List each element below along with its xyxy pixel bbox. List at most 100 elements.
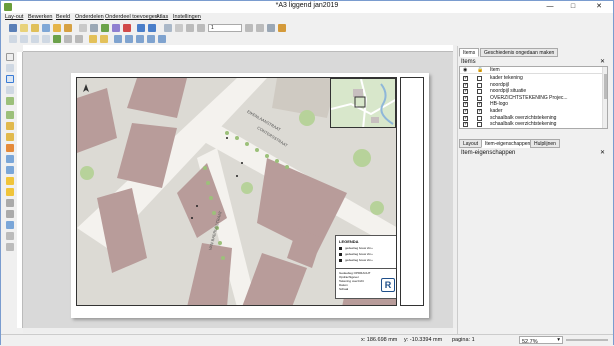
group-items-icon[interactable] — [89, 35, 97, 43]
items-list-scrollbar[interactable] — [602, 67, 607, 128]
resize-icon[interactable] — [158, 35, 166, 43]
last-feature-icon[interactable] — [256, 24, 264, 32]
canvas-horizontal-scrollbar[interactable] — [23, 328, 453, 333]
add-label-icon[interactable] — [6, 144, 14, 152]
tab-guides[interactable]: Hulplijnen — [530, 139, 560, 148]
pan-icon[interactable] — [6, 53, 14, 61]
lock-checkbox[interactable] — [477, 115, 482, 121]
raise-item-icon[interactable] — [114, 35, 122, 43]
legend-title: LEGENDA — [339, 239, 359, 244]
add-polyline-icon[interactable] — [6, 221, 14, 229]
add-shape-icon[interactable] — [6, 188, 14, 196]
duplicate-layout-icon[interactable] — [31, 24, 39, 32]
list-item[interactable]: ✓ schaalbalk overzichtstekening — [460, 121, 603, 128]
menu-settings[interactable]: Instellingen — [173, 14, 201, 20]
layout-canvas[interactable]: EIKENLAANSTRAAT CONTERSSTRAAT VAN BAERLE… — [23, 52, 453, 328]
menu-add-item[interactable]: Onderdeel toevoegen — [105, 14, 158, 20]
visibility-checkbox[interactable]: ✓ — [463, 102, 468, 108]
lock-checkbox[interactable] — [477, 89, 482, 95]
lock-checkbox[interactable]: ✓ — [477, 102, 482, 108]
export-svg-icon[interactable] — [112, 24, 120, 32]
zoom-full-icon[interactable] — [31, 35, 39, 43]
lock-checkbox[interactable] — [477, 95, 482, 101]
zoom-slider[interactable] — [566, 339, 608, 341]
distribute-icon[interactable] — [147, 35, 155, 43]
export-pdf-icon[interactable] — [123, 24, 131, 32]
add-scalebar-icon[interactable] — [6, 166, 14, 174]
save-template-icon[interactable] — [64, 24, 72, 32]
legend-item[interactable]: LEGENDA gedeelteg bouw 2m+ gedeelteg bou… — [335, 235, 396, 299]
menu-layout[interactable]: Lay-out — [5, 14, 23, 20]
close-panel-icon[interactable]: ✕ — [600, 149, 605, 157]
visibility-checkbox[interactable]: ✓ — [463, 95, 468, 101]
add-north-arrow-icon[interactable] — [6, 177, 14, 185]
zoom-combo[interactable]: 52.7% ▾ — [519, 336, 563, 345]
print-icon[interactable] — [90, 24, 98, 32]
add-legend-icon[interactable] — [6, 155, 14, 163]
add-polygon-icon[interactable] — [6, 210, 14, 218]
visibility-checkbox[interactable]: ✓ — [463, 89, 468, 95]
visibility-checkbox[interactable]: ✓ — [463, 109, 468, 114]
add-3d-map-icon[interactable] — [6, 122, 14, 130]
ungroup-items-icon[interactable] — [100, 35, 108, 43]
lock-checkbox[interactable] — [477, 82, 482, 88]
open-template-icon[interactable] — [53, 24, 61, 32]
export-atlas-icon[interactable] — [278, 24, 286, 32]
frame-border-item[interactable] — [400, 77, 424, 306]
atlas-preview-icon[interactable] — [175, 24, 183, 32]
new-layout-icon[interactable] — [20, 24, 28, 32]
undo-icon[interactable] — [137, 24, 145, 32]
previous-feature-icon[interactable] — [197, 24, 205, 32]
zoom-actual-icon[interactable] — [42, 35, 50, 43]
lock-checkbox[interactable] — [477, 122, 482, 128]
menu-view[interactable]: Beeld — [56, 14, 70, 20]
lock-checkbox[interactable]: ✓ — [477, 109, 482, 114]
move-content-icon[interactable] — [6, 86, 14, 94]
lock-items-icon[interactable] — [64, 35, 72, 43]
minimize-button[interactable]: — — [539, 1, 561, 13]
add-attribute-table-icon[interactable] — [6, 243, 14, 251]
page-setup-icon[interactable] — [79, 24, 87, 32]
unlock-items-icon[interactable] — [75, 35, 83, 43]
atlas-settings-icon[interactable] — [164, 24, 172, 32]
next-feature-icon[interactable] — [245, 24, 253, 32]
visibility-checkbox[interactable]: ✓ — [463, 115, 468, 121]
tab-items[interactable]: Items — [459, 48, 480, 57]
close-button[interactable]: ✕ — [586, 1, 612, 13]
add-map-icon[interactable] — [6, 111, 14, 119]
tab-undo-history[interactable]: Geschiedenis ongedaan maken — [480, 48, 559, 57]
visibility-checkbox[interactable]: ✓ — [463, 82, 468, 88]
add-html-icon[interactable] — [6, 232, 14, 240]
menu-atlas[interactable]: Atlas — [156, 14, 168, 20]
layout-manager-icon[interactable] — [42, 24, 50, 32]
redo-icon[interactable] — [148, 24, 156, 32]
lower-item-icon[interactable] — [125, 35, 133, 43]
export-image-icon[interactable] — [101, 24, 109, 32]
lock-checkbox[interactable] — [477, 76, 482, 81]
zoom-out-icon[interactable] — [20, 35, 28, 43]
refresh-icon[interactable] — [53, 35, 61, 43]
north-arrow-icon[interactable] — [83, 84, 89, 92]
menu-items[interactable]: Onderdelen — [75, 14, 104, 20]
add-picture-icon[interactable] — [6, 133, 14, 141]
select-move-icon[interactable] — [6, 75, 14, 83]
zoom-tool-icon[interactable] — [6, 64, 14, 72]
add-arrow-icon[interactable] — [6, 199, 14, 207]
atlas-page-select[interactable]: 1 — [208, 24, 242, 32]
close-panel-icon[interactable]: ✕ — [600, 58, 605, 66]
edit-nodes-icon[interactable] — [6, 97, 14, 105]
main-map-item[interactable]: EIKENLAANSTRAAT CONTERSSTRAAT VAN BAERLE… — [76, 77, 397, 306]
align-left-icon[interactable] — [136, 35, 144, 43]
visibility-checkbox[interactable]: ✓ — [463, 76, 468, 81]
visibility-checkbox[interactable]: ✓ — [463, 122, 468, 128]
save-icon[interactable] — [9, 24, 17, 32]
menu-edit[interactable]: Bewerken — [28, 14, 52, 20]
tab-layout[interactable]: Layout — [459, 139, 483, 148]
cursor-y-readout: y: -10.3394 mm — [404, 337, 443, 343]
maximize-button[interactable]: □ — [562, 1, 584, 13]
print-atlas-icon[interactable] — [267, 24, 275, 32]
overview-map-item[interactable] — [330, 78, 396, 128]
zoom-in-icon[interactable] — [9, 35, 17, 43]
tab-item-properties[interactable]: Item-eigenschappen — [481, 139, 535, 148]
first-feature-icon[interactable] — [186, 24, 194, 32]
